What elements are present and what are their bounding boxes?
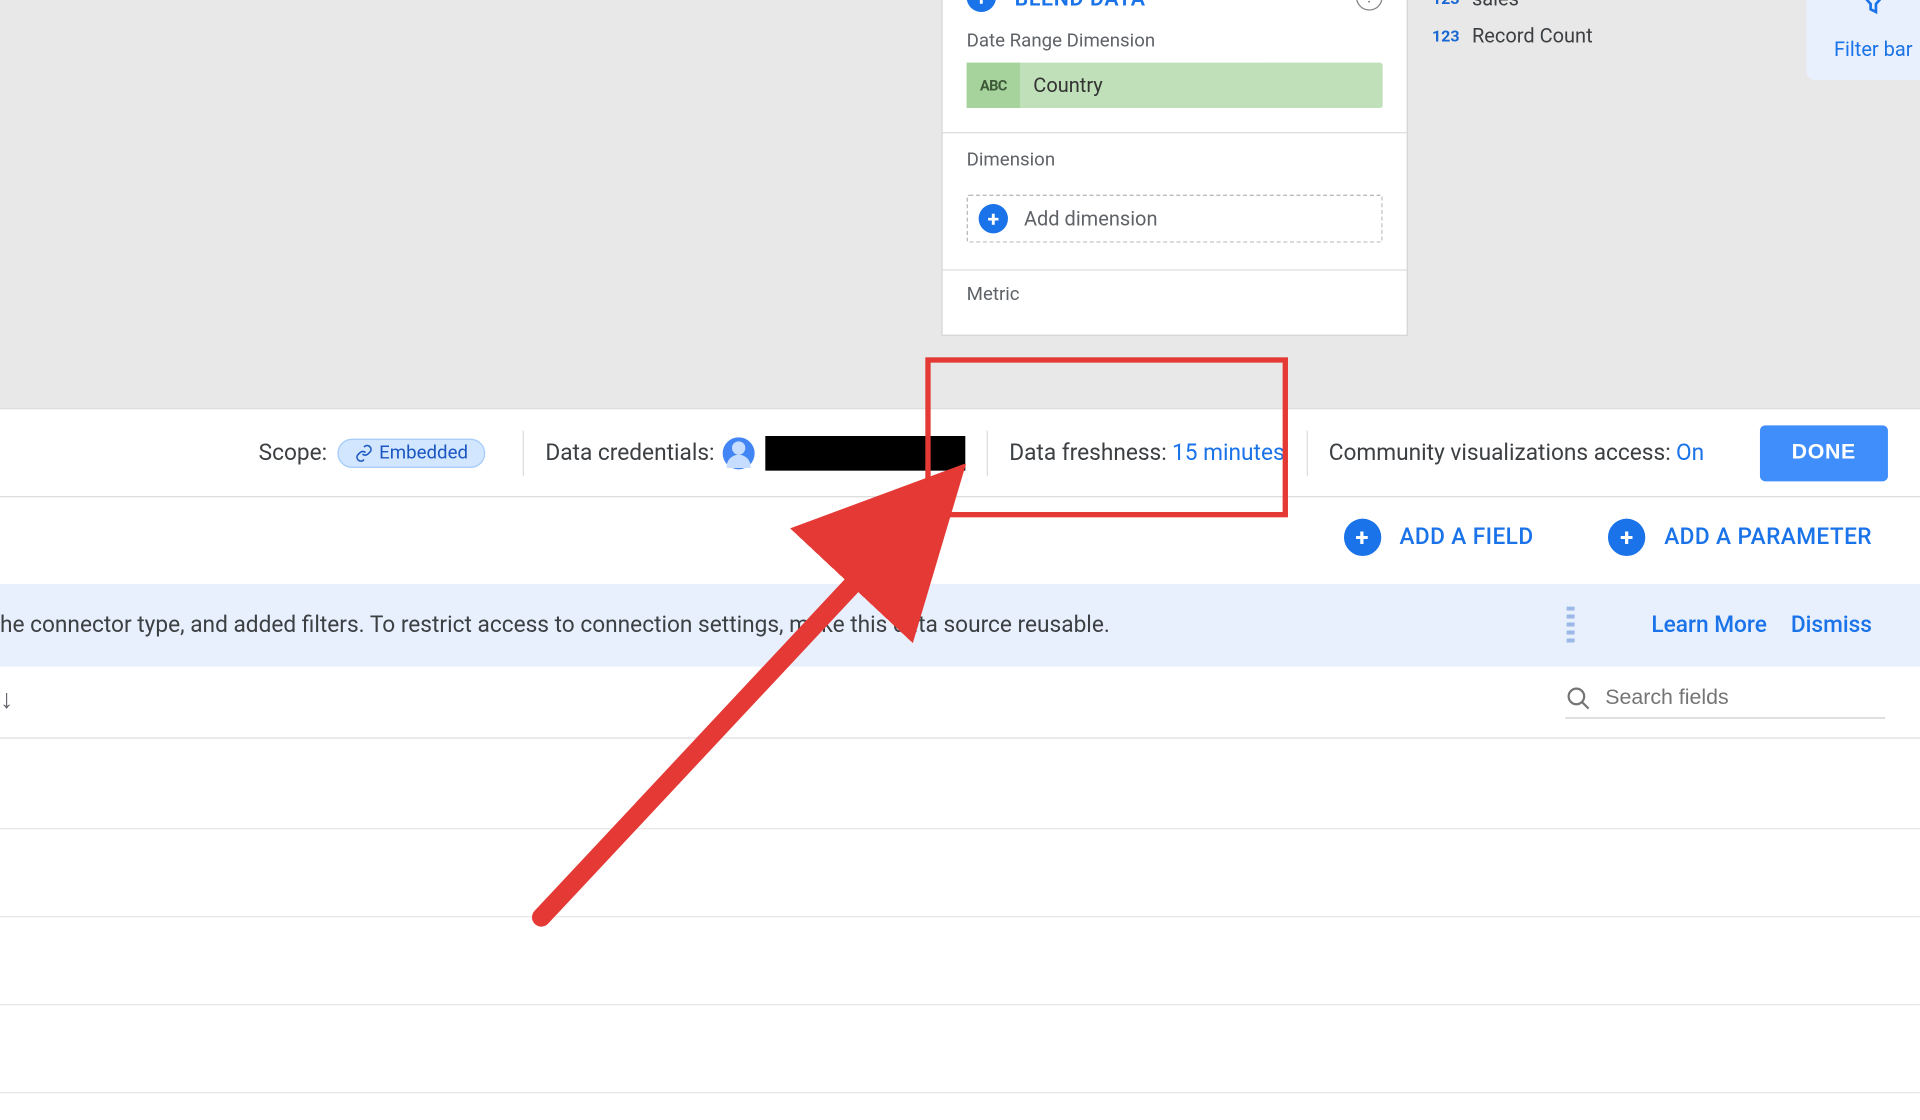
search-icon xyxy=(1565,685,1592,712)
date-range-field-chip[interactable]: ABC Country xyxy=(967,63,1383,108)
table-row[interactable] xyxy=(0,829,1920,917)
add-dimension-button[interactable]: + Add dimension xyxy=(967,195,1383,243)
plus-icon: + xyxy=(979,204,1008,233)
available-fields-list: 123 sales 123 Record Count xyxy=(1432,0,1779,55)
info-banner: he connector type, and added filters. To… xyxy=(0,584,1920,667)
plus-icon: + xyxy=(1343,519,1380,556)
chart-properties-panel: + BLEND DATA ? Date Range Dimension ABC … xyxy=(941,0,1408,336)
credentials-label: Data credentials: xyxy=(545,439,714,466)
user-avatar-icon xyxy=(723,437,755,469)
banner-text: he connector type, and added filters. To… xyxy=(0,612,1553,639)
scope-label: Scope: xyxy=(259,439,327,466)
field-type-badge: ABC xyxy=(967,63,1020,108)
divider xyxy=(987,430,988,475)
filter-bar-label: Filter bar xyxy=(1834,37,1913,61)
search-fields-wrapper[interactable] xyxy=(1565,685,1885,718)
credentials-value-redacted[interactable] xyxy=(765,435,965,470)
field-chip-text: Country xyxy=(1020,73,1103,97)
filter-bar-tool[interactable]: Filter bar xyxy=(1807,0,1920,80)
blend-data-row[interactable]: + BLEND DATA ? xyxy=(943,0,1407,31)
add-actions-row: + ADD A FIELD + ADD A PARAMETER xyxy=(0,497,1920,577)
date-range-dimension-label: Date Range Dimension xyxy=(943,31,1407,63)
dimension-label: Dimension xyxy=(943,133,1407,181)
divider xyxy=(1306,430,1307,475)
filter-icon xyxy=(1857,0,1889,27)
field-type-badge: 123 xyxy=(1432,27,1472,46)
metric-label: Metric xyxy=(967,284,1383,305)
freshness-value[interactable]: 15 minutes xyxy=(1172,439,1285,466)
divider xyxy=(523,430,524,475)
field-name: Record Count xyxy=(1472,24,1593,48)
scope-value: Embedded xyxy=(379,442,468,463)
field-type-badge: 123 xyxy=(1432,0,1472,8)
dismiss-link[interactable]: Dismiss xyxy=(1791,612,1872,639)
search-fields-input[interactable] xyxy=(1605,687,1885,711)
scope-chip[interactable]: Embedded xyxy=(338,438,486,467)
field-row[interactable]: 123 Record Count xyxy=(1432,17,1779,54)
add-field-label: ADD A FIELD xyxy=(1399,524,1533,551)
learn-more-link[interactable]: Learn More xyxy=(1651,612,1766,639)
add-parameter-button[interactable]: + ADD A PARAMETER xyxy=(1608,519,1872,556)
blend-data-label: BLEND DATA xyxy=(1015,0,1356,10)
fields-header-row xyxy=(0,667,1920,739)
help-icon[interactable]: ? xyxy=(1356,0,1383,11)
table-row[interactable] xyxy=(0,917,1920,1005)
add-field-button[interactable]: + ADD A FIELD xyxy=(1343,519,1533,556)
resize-handle-icon[interactable] xyxy=(1566,607,1574,644)
fields-table xyxy=(0,741,1920,1093)
done-button[interactable]: DONE xyxy=(1760,425,1888,481)
viz-access-label: Community visualizations access: xyxy=(1329,439,1671,466)
plus-icon: + xyxy=(1608,519,1645,556)
table-row[interactable] xyxy=(0,741,1920,829)
add-dimension-text: Add dimension xyxy=(1024,207,1158,231)
table-row[interactable] xyxy=(0,1005,1920,1093)
freshness-label: Data freshness: xyxy=(1009,439,1167,466)
viz-access-value[interactable]: On xyxy=(1676,439,1704,466)
link-icon xyxy=(355,443,374,462)
plus-icon: + xyxy=(967,0,996,12)
add-parameter-label: ADD A PARAMETER xyxy=(1664,524,1872,551)
field-row[interactable]: 123 sales xyxy=(1432,0,1779,17)
field-name: sales xyxy=(1472,0,1519,11)
datasource-toolbar: Scope: Embedded Data credentials: Data f… xyxy=(0,409,1920,497)
